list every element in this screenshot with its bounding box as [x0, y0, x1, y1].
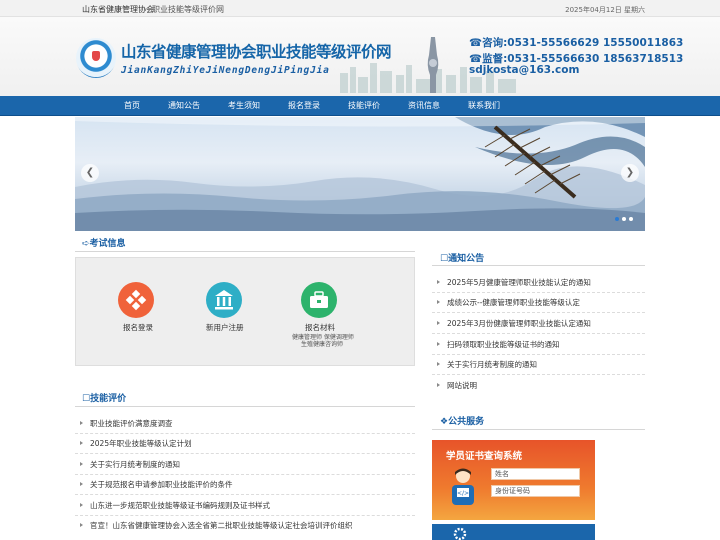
contact-email[interactable]: sdjkosta@163.com [469, 64, 579, 76]
nav-skill-evaluation[interactable]: 技能评价 [348, 100, 380, 111]
secondary-service-banner[interactable] [432, 524, 595, 540]
triangle-bullet-icon [80, 421, 83, 425]
banner-dot[interactable] [622, 217, 626, 221]
divider [432, 354, 645, 355]
banner-pagination [612, 214, 633, 223]
skills-list-item[interactable]: 关于实行月统考制度的通知 [80, 459, 180, 470]
divider [75, 453, 415, 454]
name-input[interactable]: 姓名 [491, 468, 580, 480]
divider [75, 406, 415, 407]
gear-icon [453, 527, 467, 540]
nav-notices[interactable]: 通知公告 [168, 100, 200, 111]
diamond-grid-icon [125, 289, 147, 311]
nav-contact-us[interactable]: 联系我们 [468, 100, 500, 111]
top-bar: 山东省健康管理协会 职业技能等级评价网 2025年04月12日 星期六 [0, 0, 720, 17]
triangle-bullet-icon [80, 482, 83, 486]
divider [432, 429, 645, 430]
new-user-register-label[interactable]: 新用户注册 [206, 322, 244, 333]
new-user-register-card[interactable] [206, 282, 242, 318]
skills-list-item[interactable]: 职业技能评价满意度调查 [80, 418, 173, 429]
divider [75, 515, 415, 516]
exam-info-heading: ➪考试信息 [82, 239, 126, 249]
current-date: 2025年04月12日 星期六 [565, 6, 645, 14]
banner-next-button[interactable]: ❯ [621, 164, 639, 182]
skills-list-item[interactable]: 2025年职业技能等级认定计划 [80, 438, 192, 449]
svg-text:</>: </> [457, 490, 469, 497]
triangle-bullet-icon [437, 300, 440, 304]
public-service-heading: ❖公共服务 [440, 417, 485, 427]
banner-prev-button[interactable]: ❮ [81, 164, 99, 182]
triangle-bullet-icon [437, 280, 440, 284]
divider [75, 433, 415, 434]
banner-landscape-image [75, 117, 645, 231]
site-pinyin: JianKangZhiYeJiNengDengJiPingJia [121, 65, 330, 76]
banner-dot[interactable] [629, 217, 633, 221]
triangle-bullet-icon [437, 362, 440, 366]
triangle-bullet-icon [80, 441, 83, 445]
skills-heading: ☐技能评价 [82, 394, 127, 404]
register-login-card[interactable] [118, 282, 154, 318]
main-nav: 首页 通知公告 考生须知 报名登录 技能评价 资讯信息 联系我们 [0, 96, 720, 116]
notice-list-item[interactable]: 关于实行月统考制度的通知 [437, 359, 537, 370]
chevron-left-icon: ❮ [85, 167, 95, 178]
skills-list-item[interactable]: 关于规范报名申请参加职业技能评价的条件 [80, 479, 233, 490]
notice-list-item[interactable]: 2025年5月健康管理师职业技能认定的通知 [437, 277, 591, 288]
notice-list-item[interactable]: 成绩公示--健康管理师职业技能等级认定 [437, 297, 580, 308]
statue-icon [427, 37, 439, 93]
notices-heading: ☐通知公告 [440, 254, 485, 264]
registration-materials-card[interactable] [301, 282, 337, 318]
triangle-bullet-icon [437, 383, 440, 387]
triangle-bullet-icon [437, 321, 440, 325]
nav-registration-login[interactable]: 报名登录 [288, 100, 320, 111]
triangle-bullet-icon [80, 462, 83, 466]
site-header: 山东省健康管理协会职业技能等级评价网 JianKangZhiYeJiNengDe… [0, 17, 720, 96]
skills-list-item[interactable]: 官宣！山东省健康管理协会入选全省第二批职业技能等级认定社会培训评价组织 [80, 520, 353, 531]
nav-candidate-guide[interactable]: 考生须知 [228, 100, 260, 111]
divider [75, 474, 415, 475]
skills-list-item[interactable]: 山东进一步规范职业技能等级证书编码规则及证书样式 [80, 500, 270, 511]
chevron-right-icon: ❯ [625, 167, 635, 178]
student-avatar-icon: </> [452, 468, 474, 505]
divider [432, 312, 645, 313]
divider [432, 333, 645, 334]
notice-list-item[interactable]: 网站说明 [437, 380, 477, 391]
toolbox-icon [310, 291, 328, 308]
triangle-bullet-icon [437, 342, 440, 346]
certificate-query-title: 学员证书查询系统 [446, 451, 523, 462]
nav-home[interactable]: 首页 [124, 100, 140, 111]
divider [75, 251, 415, 252]
divider [432, 292, 645, 293]
triangle-bullet-icon [80, 503, 83, 507]
association-logo-icon[interactable] [76, 38, 116, 78]
materials-subtitle-2: 生殖健康咨询师 [301, 341, 344, 348]
triangle-bullet-icon [80, 523, 83, 527]
register-login-label[interactable]: 报名登录 [123, 322, 153, 333]
nav-news[interactable]: 资讯信息 [408, 100, 440, 111]
notice-list-item[interactable]: 2025年3月份健康管理师职业技能认定通知 [437, 318, 591, 329]
banner-carousel[interactable]: ❮ ❯ [75, 117, 645, 231]
id-number-input[interactable]: 身份证号码 [491, 485, 580, 497]
divider [75, 494, 415, 495]
banner-dot[interactable] [615, 217, 619, 221]
top-site-link[interactable]: 山东省健康管理协会 [82, 4, 154, 15]
divider [432, 374, 645, 375]
top-sub-link[interactable]: 职业技能等级评价网 [152, 4, 224, 15]
notice-list-item[interactable]: 扫码领取职业技能等级证书的通知 [437, 339, 560, 350]
certificate-query-panel: 学员证书查询系统 </> 姓名 身份证号码 [432, 440, 595, 520]
divider [432, 265, 645, 266]
consult-phone: ☎咨询:0531-55566629 15550011863 [469, 37, 684, 49]
bank-building-icon [215, 290, 233, 310]
exam-info-panel: 报名登录 新用户注册 报名材料 健康管理师 保健调理师 生殖健康咨询师 [75, 257, 415, 366]
